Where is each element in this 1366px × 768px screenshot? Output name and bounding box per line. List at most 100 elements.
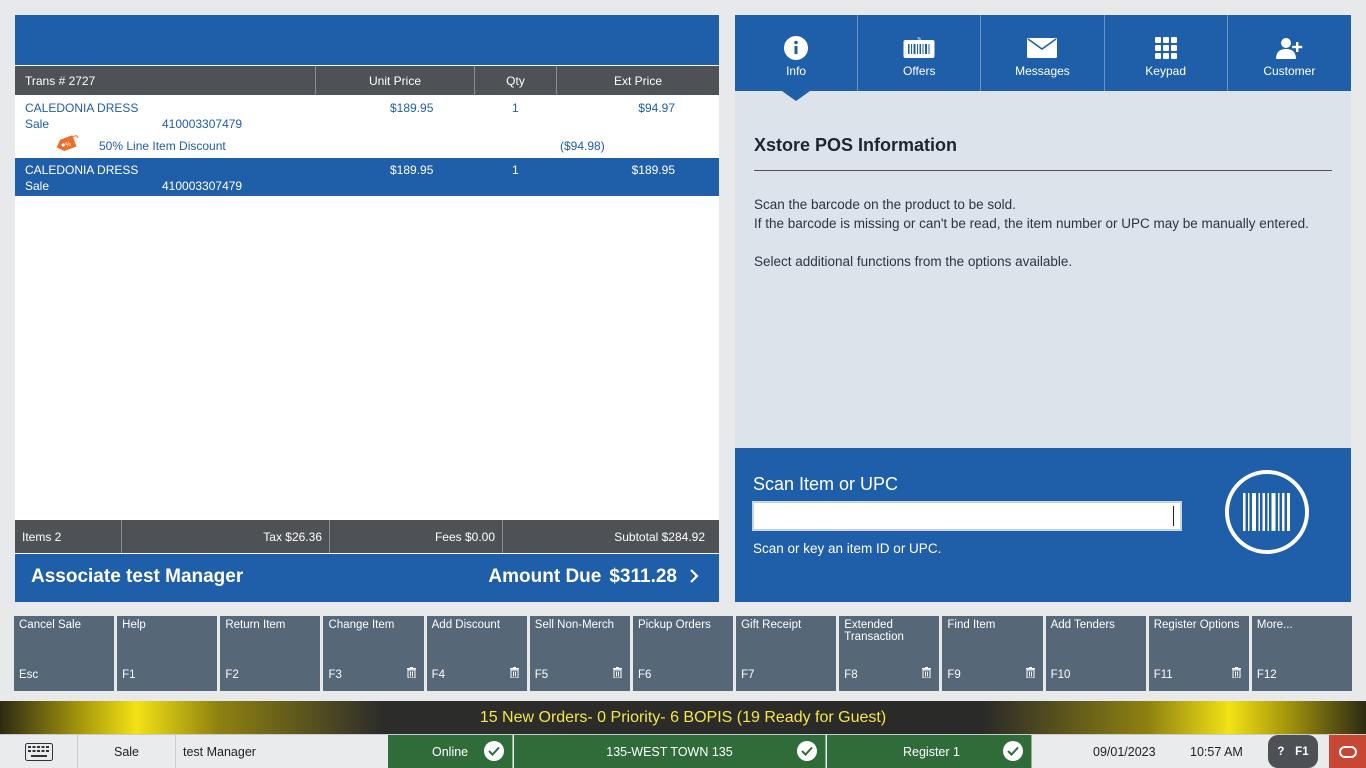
item-sku: 410003307479 bbox=[162, 179, 243, 193]
fkey-label: Add Tenders bbox=[1050, 619, 1115, 631]
status-register: Register 1 bbox=[827, 735, 1032, 768]
transaction-column-headers: Trans # 2727 Unit Price Qty Ext Price bbox=[15, 65, 719, 95]
status-user: test Manager bbox=[183, 744, 256, 759]
fkey-f8-button[interactable]: Extended Transaction F8 bbox=[839, 616, 940, 691]
tab-info[interactable]: Info bbox=[735, 15, 859, 101]
discount-amount: ($94.98) bbox=[560, 139, 605, 153]
help-key: F1 bbox=[1295, 745, 1309, 758]
status-store: 135-WEST TOWN 135 bbox=[514, 735, 826, 768]
info-content: Xstore POS Information Scan the barcode … bbox=[754, 135, 1332, 271]
fkey-f6-button[interactable]: Pickup Orders F6 bbox=[632, 616, 734, 691]
info-panel: Info % Offers Messages Keypad Customer X… bbox=[735, 15, 1351, 602]
fkey-label: Add Discount bbox=[431, 619, 501, 631]
trash-icon bbox=[922, 667, 932, 681]
fkey-label: Help bbox=[122, 619, 146, 631]
fkey-label: Extended Transaction bbox=[844, 619, 904, 643]
trash-icon bbox=[509, 667, 519, 681]
help-question: ? bbox=[1277, 745, 1285, 758]
fkey-label: Return Item bbox=[225, 619, 286, 631]
line-item-selected[interactable]: CALEDONIA DRESS Sale 410003307479 $189.9… bbox=[15, 158, 719, 196]
keyboard-icon bbox=[24, 742, 53, 761]
discount-tag-icon: % bbox=[53, 134, 79, 157]
scan-area: Scan Item or UPC Scan or key an item ID … bbox=[735, 448, 1351, 602]
amount-due-label: Amount Due bbox=[488, 566, 602, 587]
trash-icon bbox=[1231, 667, 1241, 681]
offers-barcode-icon: % bbox=[903, 36, 935, 60]
item-sku: 410003307479 bbox=[162, 117, 243, 131]
fkey-f1-button[interactable]: Help F1 bbox=[117, 616, 218, 691]
barcode-icon bbox=[1243, 493, 1290, 531]
ext-price-header: Ext Price bbox=[613, 73, 662, 88]
tab-label: Info bbox=[786, 64, 807, 78]
totals-bar: Items 2 Tax $26.36 Fees $0.00 Subtotal $… bbox=[15, 520, 719, 553]
fkey-shortcut: F12 bbox=[1256, 669, 1277, 681]
fkey-shortcut: F8 bbox=[844, 669, 858, 681]
help-button[interactable]: ? F1 bbox=[1268, 735, 1318, 768]
amount-due[interactable]: Amount Due $311.28 bbox=[488, 566, 699, 588]
keypad-icon bbox=[1154, 36, 1177, 60]
associate-name: Associate test Manager bbox=[31, 566, 244, 587]
items-count: Items 2 bbox=[15, 520, 122, 553]
tab-label: Offers bbox=[903, 64, 936, 78]
fkey-label: Register Options bbox=[1153, 619, 1240, 631]
fkey-shortcut: F3 bbox=[328, 669, 342, 681]
fkey-label: Find Item bbox=[947, 619, 996, 631]
orders-notification-banner[interactable]: 15 New Orders- 0 Priority- 6 BOPIS (19 R… bbox=[0, 701, 1366, 734]
info-line: Scan the barcode on the product to be so… bbox=[754, 197, 1016, 212]
trans-number-header: Trans # 2727 bbox=[15, 66, 316, 95]
status-date: 09/01/2023 bbox=[1093, 744, 1156, 759]
fkey-shortcut: F11 bbox=[1153, 669, 1173, 681]
register-label: Register 1 bbox=[903, 744, 960, 759]
scan-label: Scan Item or UPC bbox=[753, 474, 899, 494]
line-item[interactable]: CALEDONIA DRESS Sale 410003307479 $189.9… bbox=[15, 96, 719, 156]
fkey-shortcut: F6 bbox=[637, 669, 652, 681]
info-line: If the barcode is missing or can't be re… bbox=[754, 216, 1309, 231]
status-bar: Sale test Manager Online 135-WEST TOWN 1… bbox=[0, 734, 1366, 768]
tab-customer[interactable]: Customer bbox=[1228, 15, 1351, 91]
tab-offers[interactable]: % Offers bbox=[858, 15, 982, 91]
fees-total: Fees $0.00 bbox=[330, 520, 503, 553]
fkey-f9-button[interactable]: Find Item F9 bbox=[942, 616, 1043, 691]
info-body: Scan the barcode on the product to be so… bbox=[754, 195, 1332, 271]
tab-label: Keypad bbox=[1145, 64, 1186, 78]
fkey-shortcut: Esc bbox=[19, 669, 39, 681]
fkey-f3-button[interactable]: Change Item F3 bbox=[323, 616, 424, 691]
tab-messages[interactable]: Messages bbox=[981, 15, 1105, 91]
scan-barcode-button[interactable] bbox=[1225, 470, 1309, 554]
fkey-f4-button[interactable]: Add Discount F4 bbox=[426, 616, 527, 691]
fkey-f12-button[interactable]: More... F12 bbox=[1251, 616, 1353, 691]
fkey-shortcut: F4 bbox=[431, 669, 446, 681]
fkey-label: Gift Receipt bbox=[741, 619, 802, 631]
fkey-shortcut: F7 bbox=[741, 669, 755, 681]
svg-text:%: % bbox=[917, 37, 921, 41]
function-key-row: Cancel Sale Esc Help F1 Return Item F2 Change … bbox=[14, 616, 1353, 691]
fkey-f10-button[interactable]: Add Tenders F10 bbox=[1045, 616, 1146, 691]
fkey-shortcut: F2 bbox=[225, 669, 239, 681]
fkey-f7-button[interactable]: Gift Receipt F7 bbox=[736, 616, 837, 691]
fkey-label: Pickup Orders bbox=[637, 619, 711, 631]
fkey-f11-button[interactable]: Register Options F11 bbox=[1148, 616, 1249, 691]
oracle-logo-button[interactable] bbox=[1329, 735, 1366, 768]
amount-due-bar[interactable]: Associate test Manager Amount Due $311.2… bbox=[15, 554, 719, 602]
fkey-esc-button[interactable]: Cancel Sale Esc bbox=[14, 616, 115, 691]
tab-bar: Info % Offers Messages Keypad Customer bbox=[735, 15, 1351, 101]
status-mode: Sale bbox=[78, 735, 176, 768]
subtotal: Subtotal $284.92 bbox=[614, 529, 705, 544]
tab-keypad[interactable]: Keypad bbox=[1105, 15, 1228, 91]
oracle-logo-icon bbox=[1338, 745, 1357, 758]
fkey-shortcut: F10 bbox=[1050, 669, 1071, 681]
fkey-shortcut: F1 bbox=[122, 669, 136, 681]
scan-item-input[interactable] bbox=[752, 501, 1182, 531]
trash-icon bbox=[612, 667, 622, 681]
keyboard-button[interactable] bbox=[0, 735, 78, 768]
status-online: Online bbox=[388, 735, 513, 768]
qty-header: Qty bbox=[475, 66, 557, 95]
add-customer-icon bbox=[1275, 36, 1303, 60]
fkey-shortcut: F9 bbox=[947, 669, 961, 681]
fkey-f5-button[interactable]: Sell Non-Merch F5 bbox=[529, 616, 630, 691]
tax-total: Tax $26.36 bbox=[122, 520, 330, 553]
discount-label: 50% Line Item Discount bbox=[99, 139, 226, 153]
fkey-f2-button[interactable]: Return Item F2 bbox=[220, 616, 321, 691]
chevron-right-icon bbox=[689, 567, 699, 588]
unit-price-header: Unit Price bbox=[316, 66, 475, 95]
